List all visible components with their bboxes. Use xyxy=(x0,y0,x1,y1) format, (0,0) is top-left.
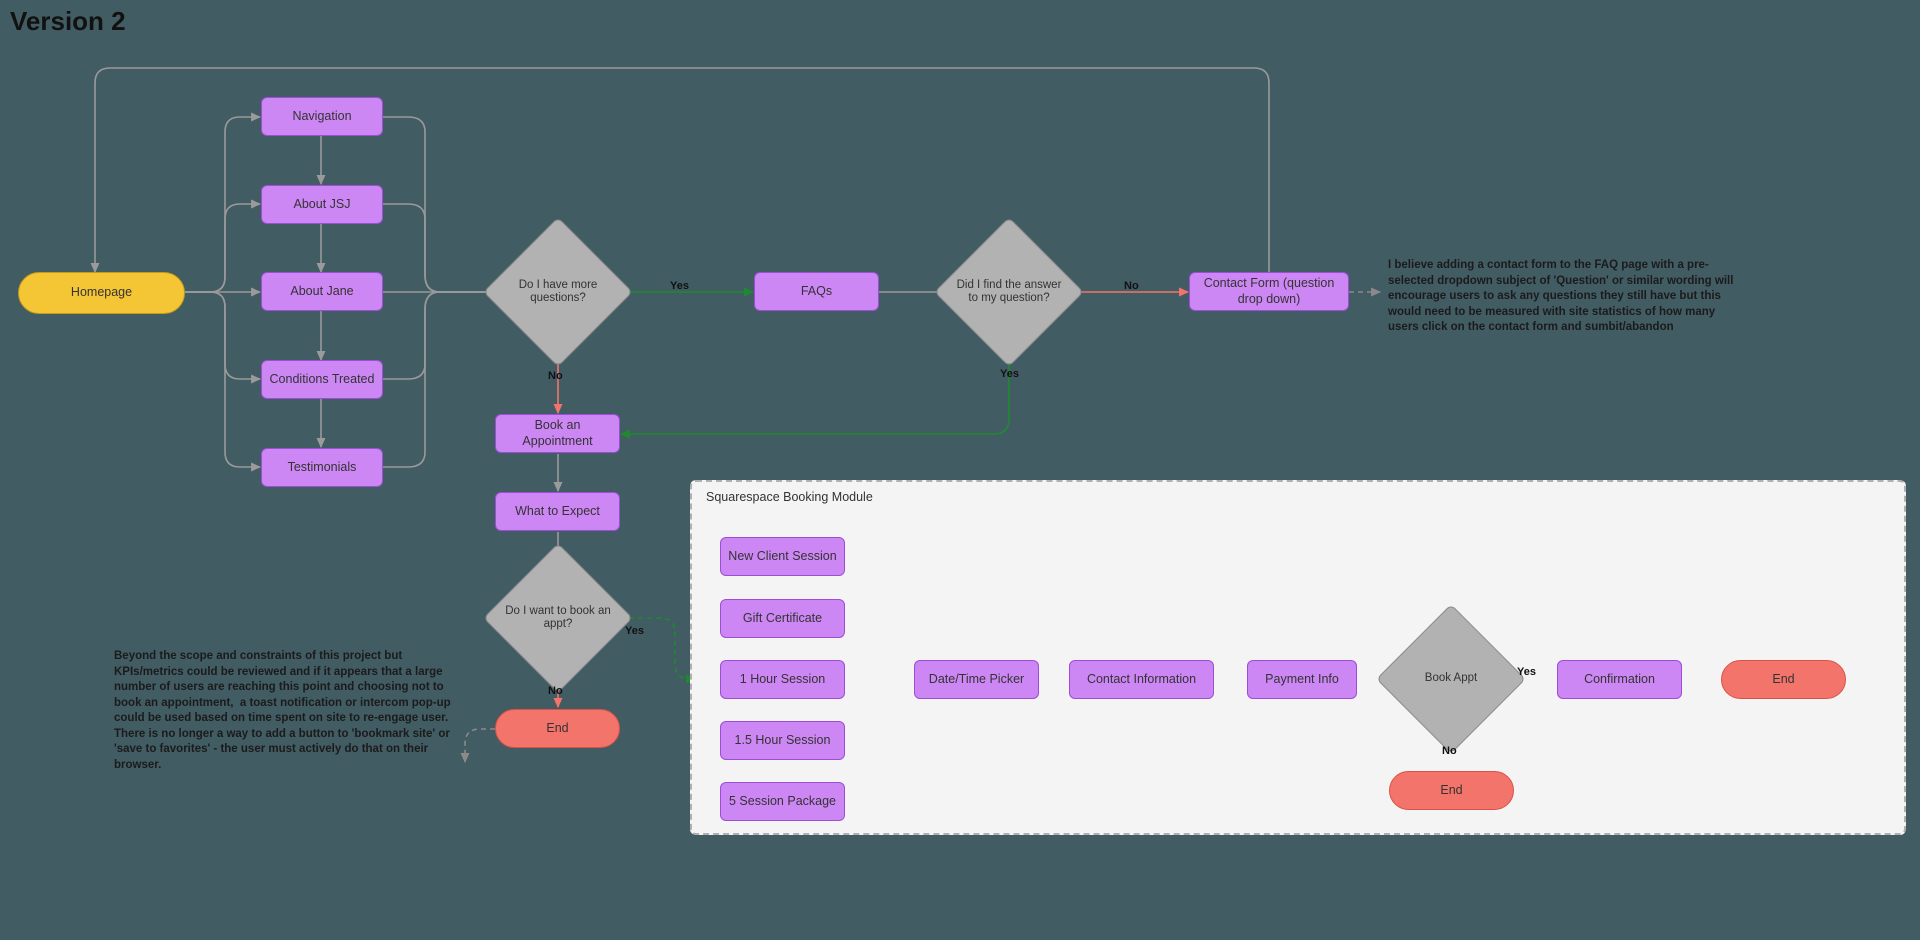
option-1hr: 1 Hour Session xyxy=(720,660,845,699)
option-1-5hr: 1.5 Hour Session xyxy=(720,721,845,760)
node-homepage: Homepage xyxy=(18,272,185,314)
decision-want-to-book: Do I want to book an appt? xyxy=(505,565,611,671)
step-confirmation: Confirmation xyxy=(1557,660,1682,699)
decision-book-appt: Book Appt xyxy=(1398,626,1504,732)
label-yes-3: Yes xyxy=(625,625,644,637)
node-navigation: Navigation xyxy=(261,97,383,136)
node-about-jsj: About JSJ xyxy=(261,185,383,224)
label-no-4: No xyxy=(1442,745,1457,757)
decision-found-answer: Did I find the answer to my question? xyxy=(956,239,1062,345)
module-title: Squarespace Booking Module xyxy=(706,490,873,504)
note-end: Beyond the scope and constraints of this… xyxy=(114,649,464,829)
step-date-time: Date/Time Picker xyxy=(914,660,1039,699)
node-end-2: End xyxy=(1389,771,1514,810)
label-no-2: No xyxy=(1124,280,1139,292)
option-new-client: New Client Session xyxy=(720,537,845,576)
node-faqs: FAQs xyxy=(754,272,879,311)
node-end-3: End xyxy=(1721,660,1846,699)
label-yes-4: Yes xyxy=(1517,666,1536,678)
step-contact-info: Contact Information xyxy=(1069,660,1214,699)
node-about-jane: About Jane xyxy=(261,272,383,311)
note-contact-form: I believe adding a contact form to the F… xyxy=(1388,258,1738,368)
node-end-1: End xyxy=(495,709,620,748)
booking-module: Squarespace Booking Module xyxy=(690,480,1906,835)
option-gift: Gift Certificate xyxy=(720,599,845,638)
node-contact-form: Contact Form (question drop down) xyxy=(1189,272,1349,311)
page-title: Version 2 xyxy=(10,6,126,37)
label-no-1: No xyxy=(548,370,563,382)
step-payment: Payment Info xyxy=(1247,660,1357,699)
option-5pkg: 5 Session Package xyxy=(720,782,845,821)
label-yes-1: Yes xyxy=(670,280,689,292)
node-what-to-expect: What to Expect xyxy=(495,492,620,531)
decision-more-questions: Do I have more questions? xyxy=(505,239,611,345)
node-book-appointment: Book an Appointment xyxy=(495,414,620,453)
node-conditions-treated: Conditions Treated xyxy=(261,360,383,399)
node-testimonials: Testimonials xyxy=(261,448,383,487)
label-no-3: No xyxy=(548,685,563,697)
label-yes-2: Yes xyxy=(1000,368,1019,380)
